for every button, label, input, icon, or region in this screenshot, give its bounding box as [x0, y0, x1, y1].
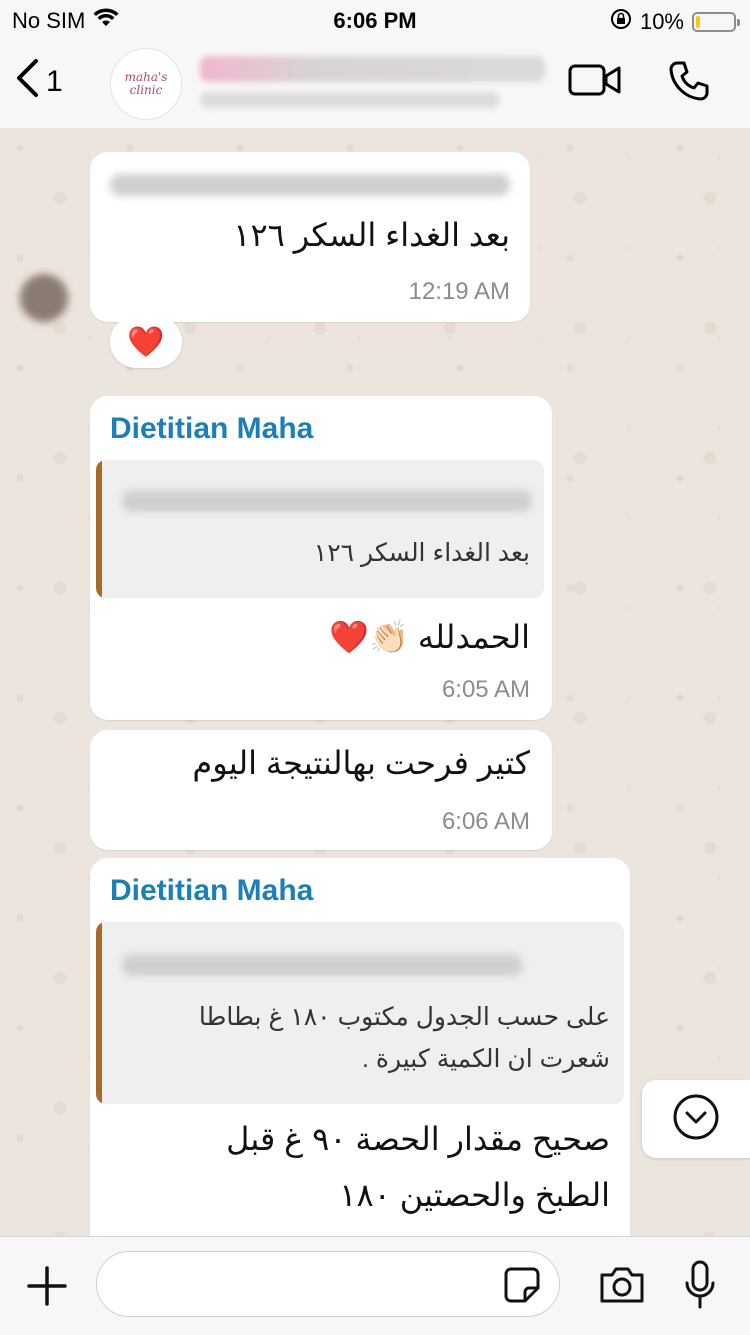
scroll-down-icon — [672, 1093, 720, 1146]
contact-avatar[interactable]: maha's clinic — [110, 48, 182, 120]
battery-icon — [692, 12, 740, 32]
quote-text-line2: شعرت ان الكمية كبيرة . — [361, 1045, 610, 1073]
battery-fill — [696, 16, 700, 28]
message-text-line2: الطبخ والحصتين ١٨٠ — [339, 1177, 610, 1213]
message-bubble[interactable]: Dietitian Maha على حسب الجدول مكتوب ١٨٠ … — [90, 858, 630, 1258]
scroll-down-button[interactable] — [642, 1080, 750, 1158]
orientation-lock-icon — [610, 8, 632, 36]
sender-name-redacted — [110, 174, 510, 196]
quote-accent-bar — [96, 922, 102, 1104]
sticker-icon[interactable] — [503, 1266, 541, 1309]
back-button[interactable]: 1 — [14, 58, 63, 106]
camera-icon[interactable] — [598, 1265, 646, 1310]
message-text-line1: صحيح مقدار الحصة ٩٠ غ قبل — [226, 1121, 610, 1157]
contact-members-redacted — [200, 92, 500, 108]
sender-name[interactable]: Dietitian Maha — [110, 874, 313, 908]
quoted-message[interactable]: بعد الغداء السكر ١٢٦ — [96, 460, 544, 598]
video-call-icon[interactable] — [568, 62, 622, 103]
status-bar: No SIM 6:06 PM 10% — [0, 0, 750, 40]
status-right: 10% — [610, 8, 740, 36]
message-bubble[interactable]: بعد الغداء السكر ١٢٦ 12:19 AM — [90, 152, 530, 322]
sender-name[interactable]: Dietitian Maha — [110, 412, 313, 446]
message-text: كتير فرحت بهالنتيجة اليوم — [192, 745, 530, 781]
plus-icon[interactable] — [26, 1265, 68, 1312]
message-time: 6:06 AM — [441, 808, 530, 835]
quote-text-line1: على حسب الجدول مكتوب ١٨٠ غ بطاطا — [198, 1003, 610, 1031]
quoted-message[interactable]: على حسب الجدول مكتوب ١٨٠ غ بطاطا شعرت ان… — [96, 922, 624, 1104]
message-bubble[interactable]: كتير فرحت بهالنتيجة اليوم 6:06 AM — [90, 730, 552, 850]
composer-bar — [0, 1236, 750, 1335]
message-input-wrapper[interactable] — [96, 1251, 560, 1317]
quote-sender-redacted — [122, 954, 522, 976]
message-bubble[interactable]: Dietitian Maha بعد الغداء السكر ١٢٦ الحم… — [90, 396, 552, 720]
sender-avatar[interactable] — [20, 274, 68, 322]
phone-icon[interactable] — [668, 60, 710, 107]
back-chevron-icon — [14, 58, 40, 106]
quote-text: بعد الغداء السكر ١٢٦ — [313, 539, 530, 567]
contact-name-redacted[interactable] — [200, 56, 545, 82]
chat-header: 1 maha's clinic — [0, 40, 750, 129]
heart-icon: ❤️ — [127, 325, 165, 359]
unread-count: 1 — [46, 65, 63, 98]
battery-percent: 10% — [639, 9, 684, 34]
quote-accent-bar — [96, 460, 102, 598]
message-time: 12:19 AM — [408, 278, 510, 305]
message-input[interactable] — [117, 1252, 501, 1316]
message-text: الحمدلله 👏🏻❤️ — [329, 619, 530, 655]
microphone-icon[interactable] — [684, 1259, 716, 1316]
quote-sender-redacted — [122, 490, 532, 512]
reaction-badge[interactable]: ❤️ — [110, 316, 182, 368]
message-text: بعد الغداء السكر ١٢٦ — [233, 217, 510, 253]
message-time: 6:05 AM — [441, 676, 530, 703]
avatar-logo-line2: clinic — [129, 83, 163, 97]
